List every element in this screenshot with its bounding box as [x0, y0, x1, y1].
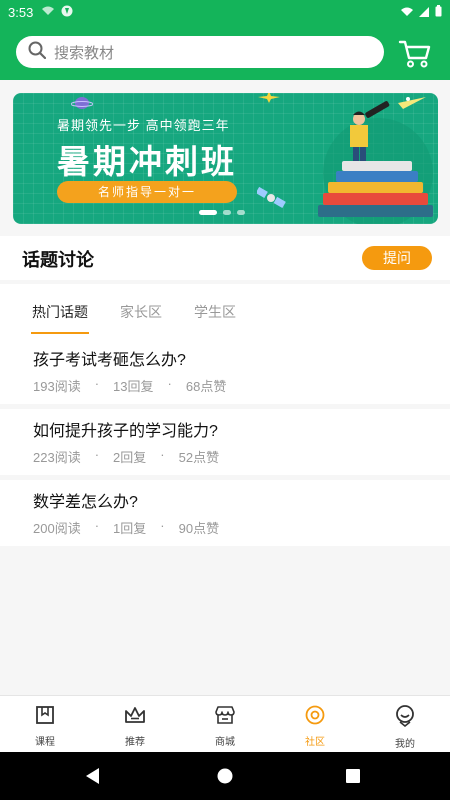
banner-title: 暑期冲刺班 [57, 143, 237, 180]
tab-students-area[interactable]: 学生区 [194, 302, 236, 322]
topic-item[interactable]: 如何提升孩子的学习能力? 223阅读 · 2回复 · 52点赞 [0, 409, 450, 475]
nav-courses[interactable]: 课程 [0, 696, 90, 752]
search-input[interactable]: 搜索教材 [16, 36, 384, 68]
ask-question-button[interactable]: 提问 [362, 246, 432, 270]
banner-pagination [199, 210, 245, 215]
meta-separator: · [160, 447, 165, 462]
topic-meta: 200阅读 · 1回复 · 90点赞 [33, 518, 219, 537]
topic-reads: 193阅读 [33, 379, 81, 394]
nav-label: 推荐 [125, 737, 145, 748]
nav-community[interactable]: 社区 [270, 696, 360, 752]
meta-separator: · [94, 447, 100, 462]
nav-label: 课程 [35, 737, 55, 748]
nav-label: 社区 [305, 737, 325, 748]
topic-question: 孩子考试考砸怎么办? [33, 352, 186, 369]
wifi-icon [41, 6, 55, 19]
topic-question: 如何提升孩子的学习能力? [33, 423, 218, 440]
status-time: 3:53 [8, 4, 34, 20]
banner-dot-2[interactable] [223, 210, 231, 215]
book-icon [35, 705, 55, 730]
app-notification-icon [61, 5, 73, 20]
topic-tabs: 热门话题 家长区 学生区 [0, 284, 450, 338]
search-icon [28, 41, 47, 64]
satellite-icon [257, 186, 286, 208]
topic-item[interactable]: 孩子考试考砸怎么办? 193阅读 · 13回复 · 68点赞 [0, 338, 450, 404]
tab-parents-area[interactable]: 家长区 [120, 302, 162, 322]
topic-replies: 1回复 [113, 521, 147, 536]
shop-icon [214, 705, 236, 730]
topic-likes: 68点赞 [185, 379, 227, 394]
active-tab-indicator [31, 332, 89, 334]
star-icon [258, 93, 280, 103]
nav-shop[interactable]: 商城 [180, 696, 270, 752]
topic-meta: 193阅读 · 13回复 · 68点赞 [33, 376, 226, 395]
cell-signal-icon [419, 5, 429, 20]
topic-likes: 90点赞 [178, 521, 220, 536]
wifi-signal-icon [401, 5, 413, 20]
topic-likes: 52点赞 [178, 450, 220, 465]
community-icon [304, 705, 326, 730]
bottom-nav: 课程 推荐 商城 社区 我的 [0, 695, 450, 752]
topic-replies: 13回复 [113, 379, 154, 394]
topic-reads: 223阅读 [33, 450, 81, 465]
banner-dot-1[interactable] [199, 210, 217, 215]
tab-hot-topics[interactable]: 热门话题 [32, 302, 88, 322]
cart-icon [398, 40, 432, 74]
crown-icon [124, 705, 146, 730]
section-title: 话题讨论 [22, 250, 94, 270]
recents-icon[interactable] [346, 769, 360, 783]
back-icon[interactable] [86, 768, 100, 784]
student-books-illustration [318, 97, 433, 224]
topic-reads: 200阅读 [33, 521, 81, 536]
system-nav-bar [0, 752, 450, 800]
status-bar: 3:53 [0, 0, 450, 24]
topic-item[interactable]: 数学差怎么办? 200阅读 · 1回复 · 90点赞 [0, 480, 450, 546]
banner-dot-3[interactable] [237, 210, 245, 215]
promo-banner[interactable]: 暑期领先一步 高中领跑三年 暑期冲刺班 名师指导一对一 [13, 93, 438, 224]
topic-replies: 2回复 [113, 450, 147, 465]
nav-label: 商城 [215, 737, 235, 748]
meta-separator: · [160, 518, 165, 533]
banner-tagline: 名师指导一对一 [57, 181, 237, 203]
meta-separator: · [94, 376, 100, 391]
banner-subtitle: 暑期领先一步 高中领跑三年 [57, 118, 230, 133]
meta-separator: · [94, 518, 100, 533]
planet-icon [71, 97, 93, 109]
search-placeholder: 搜索教材 [54, 44, 115, 62]
nav-recommend[interactable]: 推荐 [90, 696, 180, 752]
profile-icon [394, 705, 416, 732]
battery-icon [435, 4, 442, 20]
meta-separator: · [167, 376, 172, 391]
topic-meta: 223阅读 · 2回复 · 52点赞 [33, 447, 219, 466]
cart-button[interactable] [398, 36, 432, 70]
topic-question: 数学差怎么办? [33, 494, 138, 511]
nav-label: 我的 [395, 739, 415, 750]
home-icon[interactable] [217, 768, 233, 784]
app-header: 搜索教材 [0, 24, 450, 80]
nav-profile[interactable]: 我的 [360, 696, 450, 752]
